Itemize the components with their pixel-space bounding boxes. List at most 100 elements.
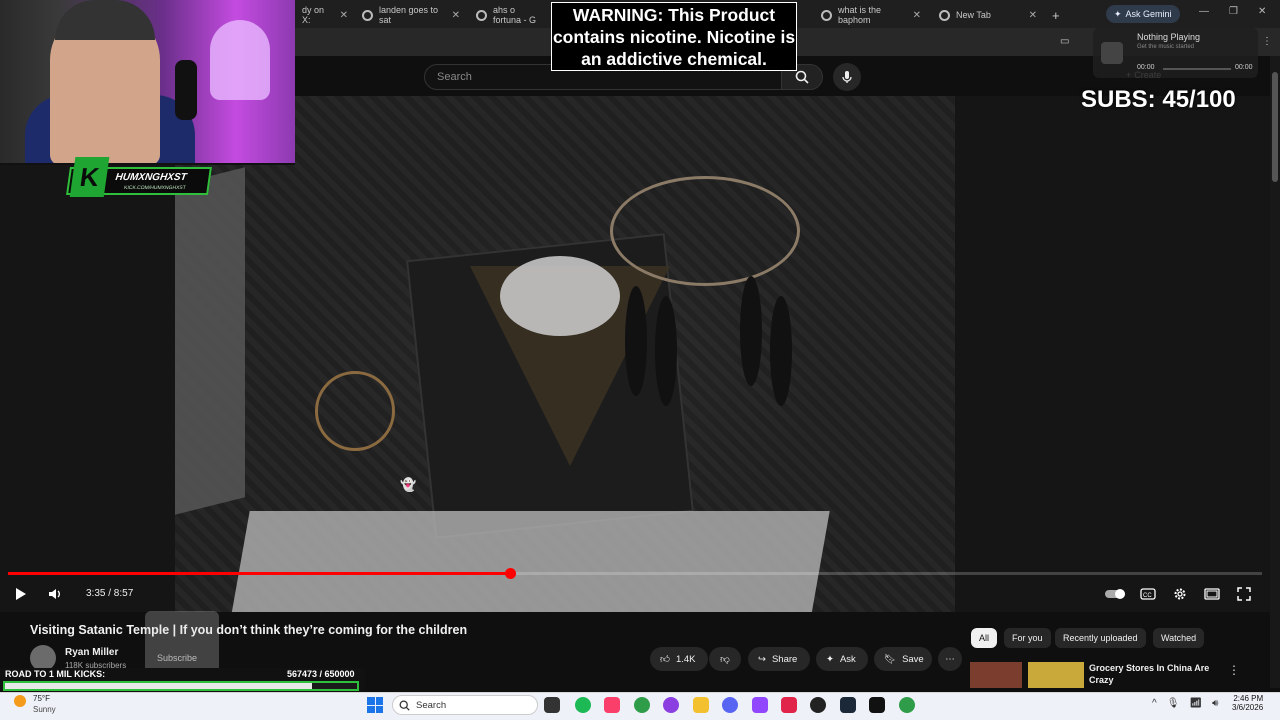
chrome-icon[interactable] bbox=[634, 697, 650, 713]
page-scrollbar[interactable] bbox=[1270, 56, 1280, 688]
speaker-icon[interactable]: 🔊︎ bbox=[1212, 698, 1218, 709]
clock-time: 2:46 PM bbox=[1233, 694, 1264, 703]
ask-gemini-button[interactable]: ✦ Ask Gemini bbox=[1106, 5, 1180, 23]
toggle-icon bbox=[1105, 589, 1125, 599]
bookmark-icon: 🔖︎ bbox=[884, 653, 897, 665]
gemini-label: Ask Gemini bbox=[1125, 9, 1172, 19]
video-frame-shelf bbox=[230, 511, 830, 612]
mic-icon[interactable]: 🎙︎ bbox=[1167, 698, 1180, 709]
new-tab-button[interactable]: + bbox=[1046, 4, 1066, 26]
play-icon bbox=[16, 588, 26, 600]
globe-icon bbox=[476, 9, 487, 21]
thumbs-down-icon: 👎︎ bbox=[720, 654, 730, 665]
weather-temperature[interactable]: 75°F bbox=[33, 694, 50, 703]
close-icon[interactable]: ✕ bbox=[340, 10, 348, 21]
volume-button[interactable] bbox=[44, 585, 66, 603]
taskbar-search[interactable]: Search bbox=[392, 695, 538, 715]
tab-label: dy on X: bbox=[302, 5, 325, 25]
tab-landen[interactable]: landen goes to sat ✕ bbox=[356, 4, 466, 26]
app-icon[interactable] bbox=[663, 697, 679, 713]
voice-search-button[interactable] bbox=[833, 63, 861, 91]
like-count: 1.4K bbox=[675, 653, 696, 665]
task-view-icon[interactable] bbox=[544, 697, 560, 713]
tab-baphomet[interactable]: what is the baphom ✕ bbox=[815, 4, 927, 26]
thumbs-up-icon: 👍︎ bbox=[660, 654, 670, 665]
sun-icon[interactable] bbox=[14, 695, 26, 707]
captions-button[interactable]: CC bbox=[1137, 585, 1159, 603]
gear-icon bbox=[1174, 588, 1186, 600]
start-button[interactable] bbox=[367, 697, 383, 713]
windows-logo-pane bbox=[367, 697, 375, 705]
video-frame-skull bbox=[500, 256, 620, 336]
fullscreen-button[interactable] bbox=[1233, 585, 1255, 603]
share-button[interactable]: ↪ Share bbox=[748, 647, 810, 671]
dislike-button[interactable]: 👎︎ bbox=[709, 647, 741, 671]
chip-recently-uploaded[interactable]: Recently uploaded bbox=[1055, 628, 1146, 648]
chrome-icon[interactable] bbox=[899, 697, 915, 713]
video-frame-feather bbox=[625, 286, 647, 396]
discord-icon[interactable] bbox=[722, 697, 738, 713]
windows-logo-pane bbox=[375, 697, 383, 705]
minimize-icon[interactable]: — bbox=[1199, 6, 1209, 17]
cast-icon[interactable]: ▭ bbox=[1060, 36, 1069, 47]
kick-goal-value: 567473 / 650000 bbox=[287, 669, 355, 679]
recommendation-thumbnail[interactable] bbox=[1028, 662, 1084, 688]
video-frame-feather bbox=[770, 296, 792, 406]
progress-scrubber[interactable] bbox=[504, 568, 516, 579]
like-button[interactable]: 👍︎ 1.4K bbox=[650, 647, 708, 671]
recommendation-title[interactable]: Grocery Stores In China Are Crazy bbox=[1089, 662, 1219, 686]
autoplay-toggle[interactable] bbox=[1104, 585, 1126, 603]
spotify-icon[interactable] bbox=[575, 697, 591, 713]
steam-icon[interactable] bbox=[840, 697, 856, 713]
save-label: Save bbox=[902, 653, 924, 665]
app-icon[interactable] bbox=[781, 697, 797, 713]
obs-icon[interactable] bbox=[810, 697, 826, 713]
webcam-plush bbox=[210, 20, 270, 100]
save-button[interactable]: 🔖︎ Save bbox=[874, 647, 932, 671]
terminal-icon[interactable] bbox=[869, 697, 885, 713]
search-icon bbox=[795, 70, 809, 84]
scrollbar-thumb[interactable] bbox=[1272, 72, 1278, 182]
chip-all[interactable]: All bbox=[971, 628, 998, 648]
twitch-icon[interactable] bbox=[752, 697, 768, 713]
more-icon: ⋯ bbox=[945, 653, 955, 665]
tab-new-tab[interactable]: New Tab ✕ bbox=[933, 4, 1043, 26]
volume-icon bbox=[49, 589, 60, 599]
theater-mode-button[interactable] bbox=[1201, 585, 1223, 603]
sparkle-icon: ✦ bbox=[1114, 8, 1122, 19]
chip-watched[interactable]: Watched bbox=[1153, 628, 1205, 648]
recommendation-thumbnail[interactable] bbox=[970, 662, 1022, 688]
tab-x[interactable]: dy on X: ✕ bbox=[296, 4, 354, 26]
share-icon: ↪ bbox=[758, 653, 766, 665]
kick-goal-label: ROAD TO 1 MIL KICKS: bbox=[5, 669, 106, 679]
taskbar-clock[interactable]: 2:46 PM 3/6/2026 bbox=[1232, 694, 1263, 712]
tab-label: New Tab bbox=[956, 10, 991, 20]
more-icon[interactable]: ⋮ bbox=[1228, 663, 1240, 677]
streamer-url: KICK.COM/HUMXNGHXST bbox=[123, 185, 187, 191]
weather-condition[interactable]: Sunny bbox=[33, 705, 56, 714]
now-playing-subtitle: Get the music started bbox=[1137, 44, 1195, 50]
close-icon[interactable]: ✕ bbox=[913, 10, 921, 21]
ask-button[interactable]: ✦ Ask bbox=[816, 647, 868, 671]
chevron-up-icon[interactable]: ^ bbox=[1152, 698, 1157, 709]
wifi-icon[interactable]: 📶︎ bbox=[1189, 698, 1202, 709]
more-actions-button[interactable]: ⋯ bbox=[938, 647, 962, 671]
channel-name[interactable]: Ryan Miller bbox=[65, 647, 118, 658]
itunes-icon[interactable] bbox=[604, 697, 620, 713]
now-playing-title: Nothing Playing bbox=[1137, 32, 1201, 42]
subs-goal: SUBS: 45/100 bbox=[1081, 86, 1236, 113]
tab-ahs[interactable]: ahs o fortuna - G bbox=[470, 4, 550, 26]
maximize-icon[interactable]: ❐ bbox=[1229, 6, 1238, 17]
file-explorer-icon[interactable] bbox=[693, 697, 709, 713]
close-icon[interactable]: ✕ bbox=[1029, 10, 1037, 21]
system-tray[interactable]: ^ 🎙︎ 📶︎ 🔊︎ bbox=[1152, 698, 1218, 709]
chip-for-you[interactable]: For you bbox=[1004, 628, 1051, 648]
tab-label: ahs o fortuna - G bbox=[493, 5, 537, 25]
settings-button[interactable] bbox=[1169, 585, 1191, 603]
close-icon[interactable]: ✕ bbox=[452, 10, 460, 21]
close-window-icon[interactable]: ✕ bbox=[1258, 6, 1266, 17]
play-button[interactable] bbox=[10, 585, 32, 603]
now-playing-progress bbox=[1163, 68, 1231, 70]
more-icon[interactable]: ⋮ bbox=[1262, 36, 1272, 47]
video-frame-picture bbox=[175, 167, 245, 515]
